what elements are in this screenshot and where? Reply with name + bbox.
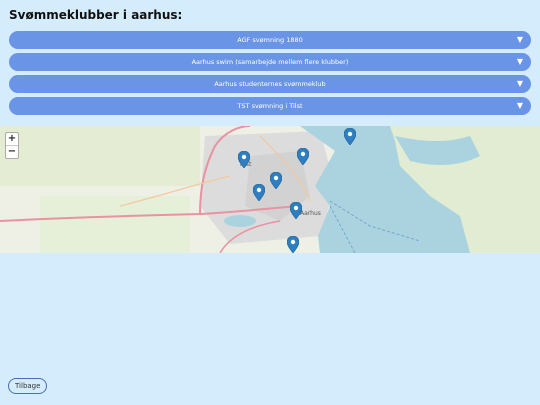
club-label: Aarhus swim (samarbejde mellem flere klu… (191, 58, 349, 66)
club-label: Aarhus studenternes svømmeklub (214, 80, 326, 88)
club-accordion-agf[interactable]: AGF svømning 1880 ▼ (9, 31, 531, 49)
triangle-down-icon: ▼ (516, 57, 523, 66)
map-marker-icon[interactable] (238, 151, 250, 168)
club-accordion-aarhus-swim[interactable]: Aarhus swim (samarbejde mellem flere klu… (9, 53, 531, 71)
map-marker-icon[interactable] (344, 128, 356, 145)
zoom-in-button[interactable]: + (6, 133, 18, 145)
triangle-down-icon: ▼ (516, 35, 523, 44)
club-accordion-tst[interactable]: TST svømning i Tilst ▼ (9, 97, 531, 115)
map-marker-icon[interactable] (270, 172, 282, 189)
map-marker-icon[interactable] (297, 148, 309, 165)
back-button[interactable]: Tilbage (8, 378, 48, 394)
club-label: AGF svømning 1880 (237, 36, 303, 44)
map-marker-icon[interactable] (287, 236, 299, 253)
club-accordion-list: AGF svømning 1880 ▼ Aarhus swim (samarbe… (9, 31, 531, 119)
map-tiles (0, 126, 540, 253)
page-title: Svømmeklubber i aarhus: (9, 8, 183, 22)
zoom-out-button[interactable]: − (6, 145, 18, 158)
triangle-down-icon: ▼ (516, 101, 523, 110)
map-marker-icon[interactable] (253, 184, 265, 201)
club-accordion-studenternes[interactable]: Aarhus studenternes svømmeklub ▼ (9, 75, 531, 93)
zoom-control: + − (5, 132, 19, 159)
map-city-label: Aarhus (300, 210, 321, 217)
club-map[interactable]: Aarhus Tilst + − (0, 126, 540, 253)
map-marker-icon[interactable] (290, 202, 302, 219)
triangle-down-icon: ▼ (516, 79, 523, 88)
club-label: TST svømning i Tilst (237, 102, 303, 110)
